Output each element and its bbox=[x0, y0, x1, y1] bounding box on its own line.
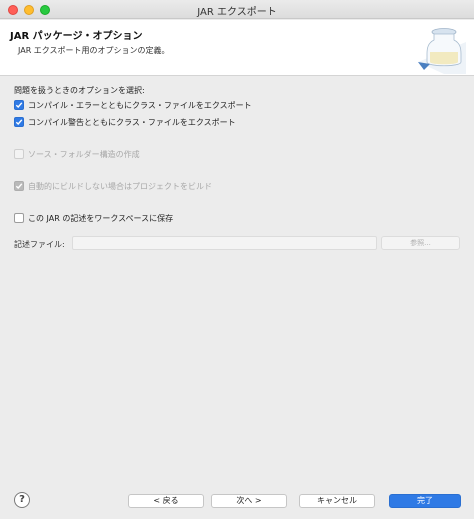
export-with-warnings-checkbox[interactable] bbox=[14, 117, 24, 127]
cancel-button[interactable]: キャンセル bbox=[299, 494, 375, 508]
export-with-errors-label: コンパイル・エラーとともにクラス・ファイルをエクスポート bbox=[28, 100, 252, 110]
wizard-header: JAR パッケージ・オプション JAR エクスポート用のオプションの定義。 bbox=[0, 20, 474, 76]
build-projects-option: 自動的にビルドしない場合はプロジェクトをビルド bbox=[14, 180, 212, 192]
options-group-label: 問題を扱うときのオプションを選択: bbox=[14, 86, 145, 95]
checkmark-icon bbox=[15, 183, 23, 190]
next-button[interactable]: 次へ > bbox=[211, 494, 287, 508]
jar-icon bbox=[418, 28, 466, 74]
help-button[interactable]: ? bbox=[14, 492, 30, 508]
checkmark-icon bbox=[15, 102, 23, 109]
save-description-checkbox[interactable] bbox=[14, 213, 24, 223]
window-titlebar: JAR エクスポート bbox=[0, 0, 474, 19]
page-description: JAR エクスポート用のオプションの定義。 bbox=[18, 46, 170, 55]
create-source-folder-structure-option: ソース・フォルダー構造の作成 bbox=[14, 148, 140, 160]
window-title: JAR エクスポート bbox=[197, 7, 277, 18]
build-projects-label: 自動的にビルドしない場合はプロジェクトをビルド bbox=[28, 181, 212, 191]
save-description-option[interactable]: この JAR の記述をワークスペースに保存 bbox=[14, 212, 173, 224]
page-title: JAR パッケージ・オプション bbox=[10, 31, 143, 42]
export-with-warnings-option[interactable]: コンパイル警告とともにクラス・ファイルをエクスポート bbox=[14, 116, 236, 128]
create-source-folder-structure-checkbox bbox=[14, 149, 24, 159]
description-file-input bbox=[72, 236, 377, 250]
export-with-warnings-label: コンパイル警告とともにクラス・ファイルをエクスポート bbox=[28, 117, 236, 127]
finish-button[interactable]: 完了 bbox=[389, 494, 461, 508]
description-file-label: 記述ファイル: bbox=[14, 240, 65, 249]
build-projects-checkbox bbox=[14, 181, 24, 191]
options-panel: 問題を扱うときのオプションを選択: コンパイル・エラーとともにクラス・ファイルを… bbox=[0, 77, 474, 477]
back-button[interactable]: < 戻る bbox=[128, 494, 204, 508]
checkmark-icon bbox=[15, 119, 23, 126]
wizard-footer: ? < 戻る 次へ > キャンセル 完了 bbox=[0, 484, 474, 519]
save-description-label: この JAR の記述をワークスペースに保存 bbox=[28, 213, 174, 223]
export-with-errors-option[interactable]: コンパイル・エラーとともにクラス・ファイルをエクスポート bbox=[14, 99, 252, 111]
export-with-errors-checkbox[interactable] bbox=[14, 100, 24, 110]
browse-button: 参照... bbox=[381, 236, 460, 250]
create-source-folder-structure-label: ソース・フォルダー構造の作成 bbox=[28, 149, 140, 159]
